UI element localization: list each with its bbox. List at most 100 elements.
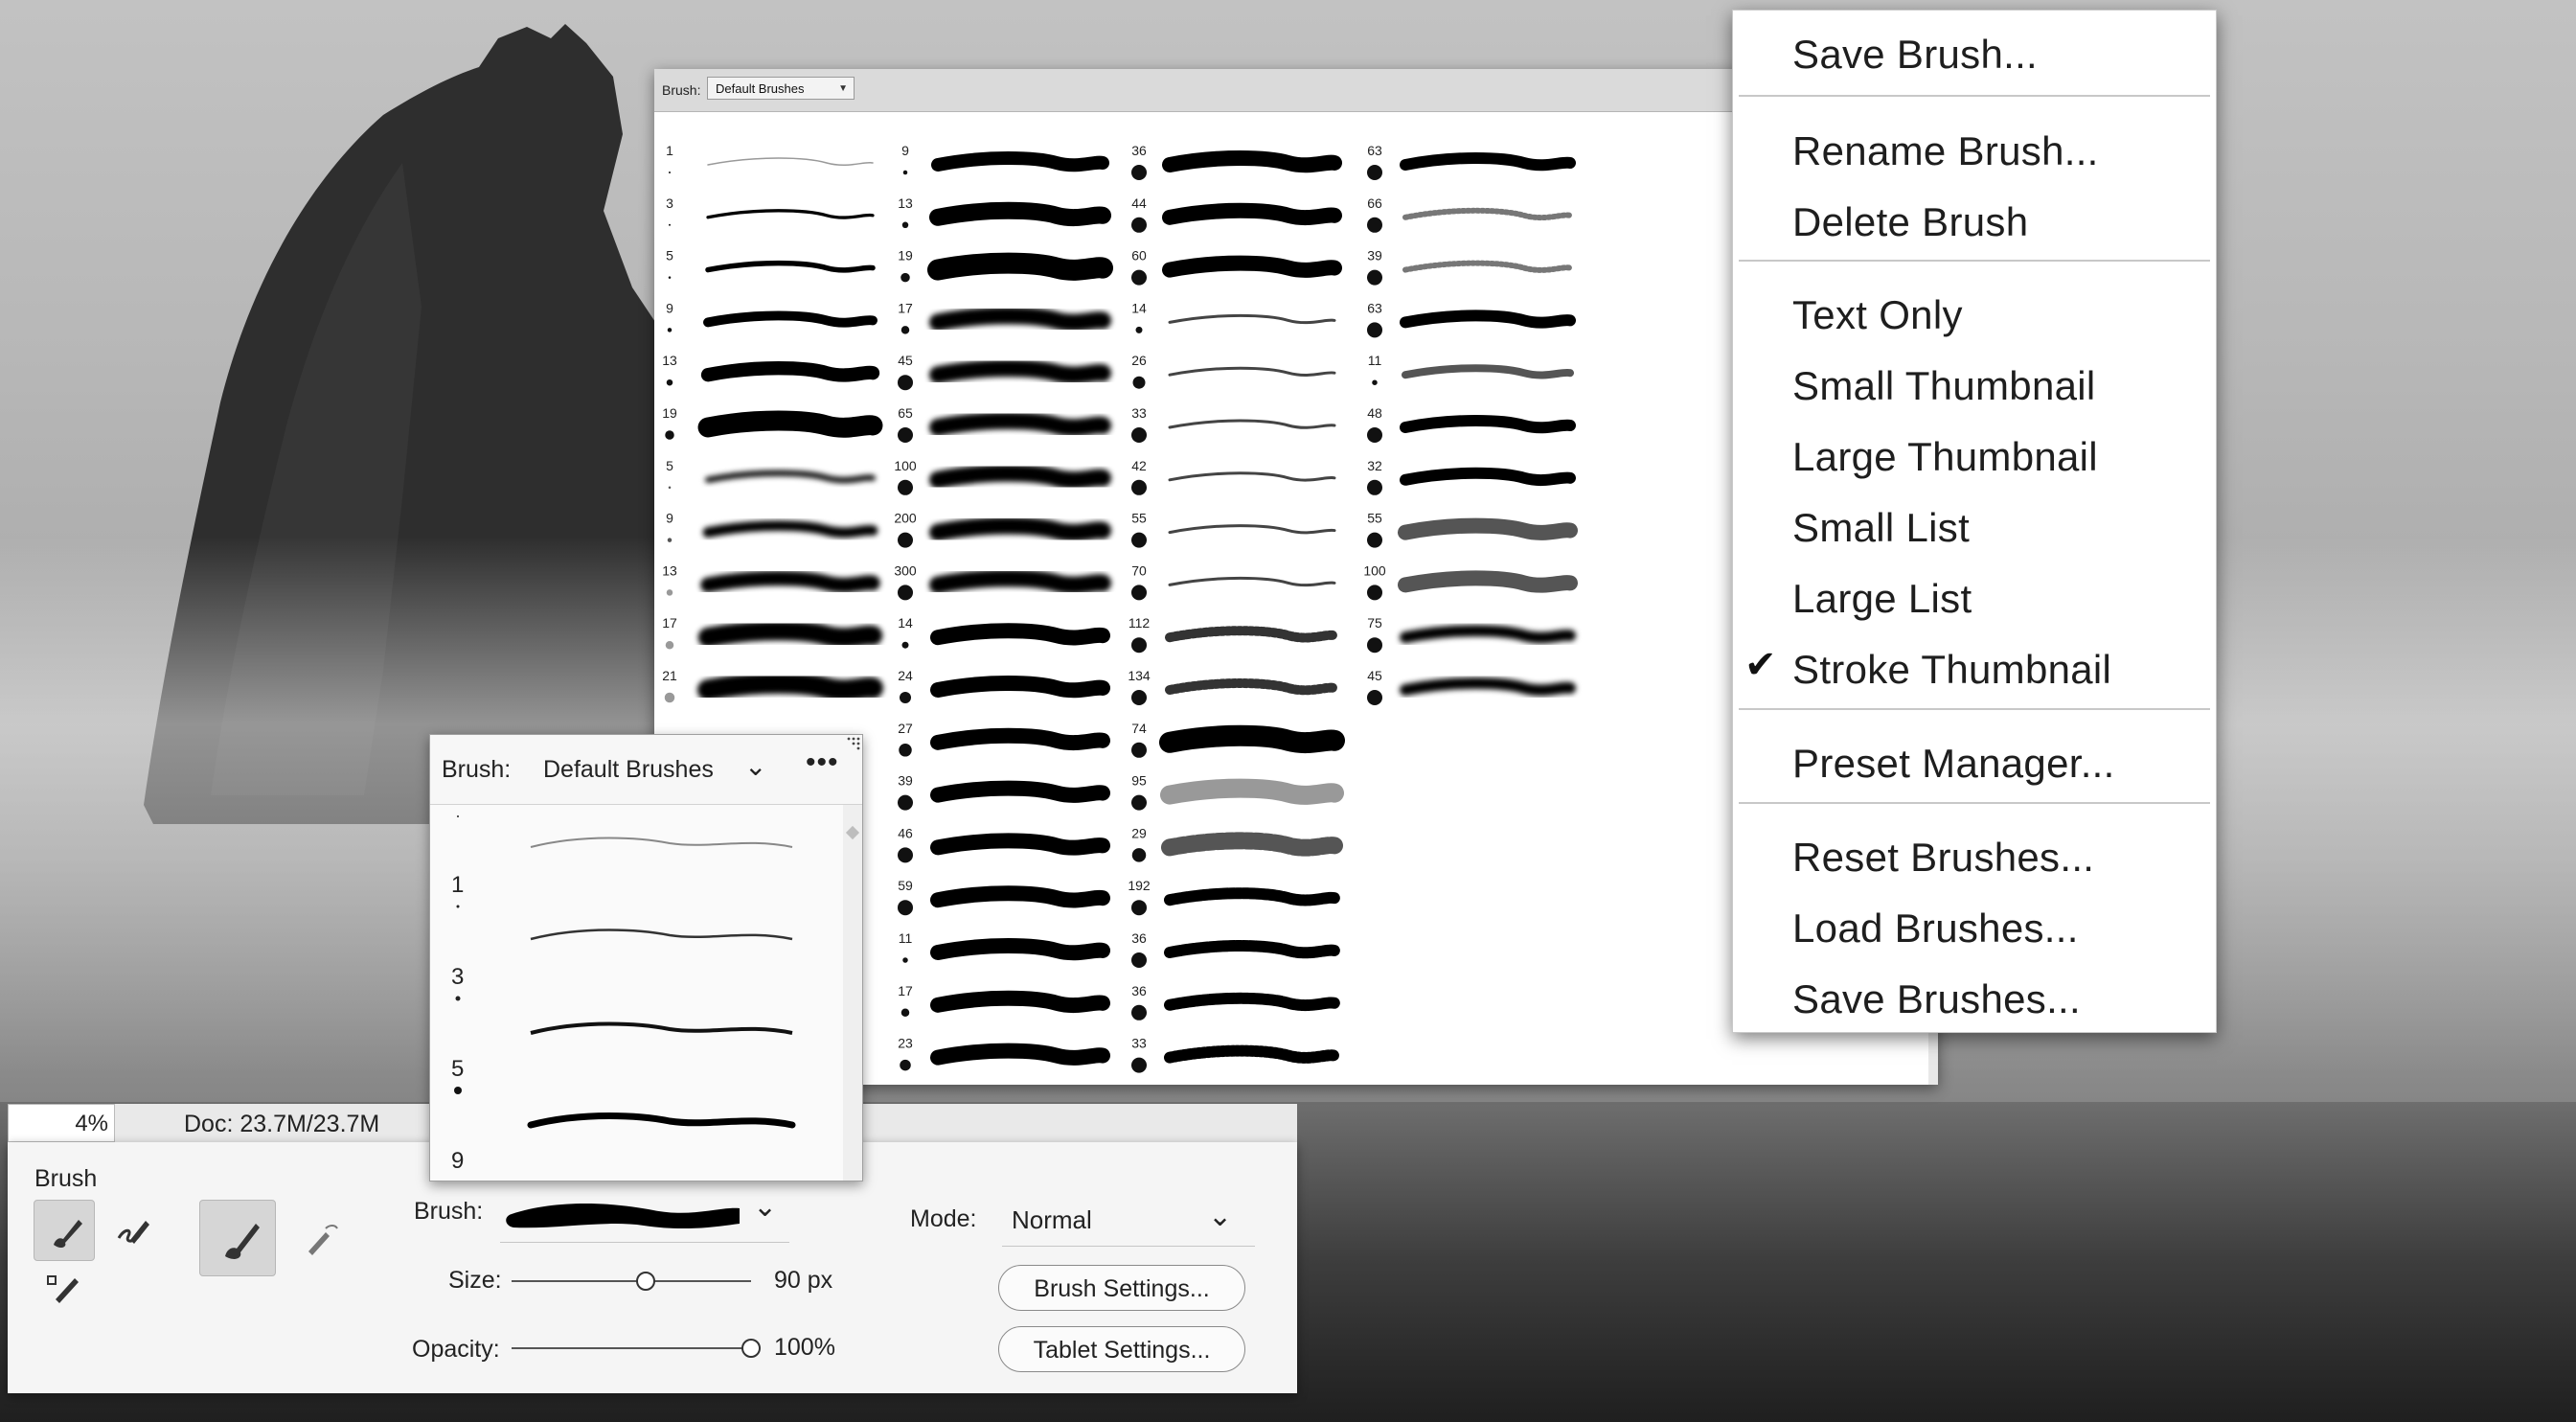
brush-stroke — [1164, 1044, 1340, 1064]
brush-tip — [1367, 165, 1382, 180]
brush-tip — [898, 794, 913, 811]
brush-size-label: 192 — [1128, 878, 1151, 893]
brush-stroke — [1165, 626, 1339, 643]
brush-size-label: 13 — [662, 353, 677, 368]
brush-size-label: 9 — [666, 300, 673, 315]
dropdown-arrow-icon: ▼ — [838, 83, 848, 94]
brush-tip — [898, 427, 913, 443]
brush-tip — [898, 847, 913, 863]
brush-tool-button[interactable] — [34, 1200, 95, 1261]
brush-stroke — [530, 1021, 793, 1035]
brush-size-label: 39 — [898, 773, 913, 789]
size-slider-track[interactable] — [512, 1280, 751, 1282]
brush-stroke — [930, 833, 1110, 856]
brush-size-label: 46 — [898, 825, 913, 840]
color-replacement-button[interactable] — [40, 1265, 88, 1313]
brush-stroke — [927, 252, 1113, 281]
brush-size-label: 55 — [1367, 511, 1382, 526]
scrollbar[interactable] — [843, 805, 862, 1181]
brush-tip — [1131, 165, 1147, 180]
airbrush-button[interactable] — [291, 1209, 353, 1271]
impressionist-brush-button[interactable] — [102, 1200, 163, 1261]
brush-tip — [1131, 479, 1147, 495]
brush-size-label: 45 — [1367, 668, 1382, 683]
brush-tip — [667, 328, 672, 333]
menu-item-small-thumbnail[interactable]: Small Thumbnail — [1792, 363, 2096, 409]
size-slider-knob[interactable] — [636, 1272, 655, 1291]
brush-size-label: 48 — [1367, 405, 1382, 421]
brush-size-label: 3 — [666, 195, 673, 211]
brush-stroke — [929, 464, 1111, 490]
tool-title: Brush — [34, 1165, 98, 1192]
chevron-down-icon[interactable]: ⌄ — [744, 750, 766, 782]
menu-item-load-brushes[interactable]: Load Brushes... — [1792, 906, 2079, 952]
brush-tip — [457, 815, 459, 817]
brush-tip — [665, 430, 674, 440]
brush-tip — [667, 538, 672, 542]
brush-tip — [1131, 637, 1147, 654]
brush-size-label: 75 — [1367, 615, 1382, 631]
brush-size-label: 5 — [451, 1056, 465, 1082]
menu-item-large-thumbnail[interactable]: Large Thumbnail — [1792, 434, 2098, 480]
brush-stroke — [700, 570, 880, 593]
brush-size-label: 200 — [894, 511, 917, 526]
menu-item-reset-brushes[interactable]: Reset Brushes... — [1792, 835, 2094, 881]
preset-dropdown[interactable]: Default Brushes ▼ — [707, 77, 855, 100]
chevron-down-icon[interactable]: ⌄ — [753, 1190, 777, 1224]
brush-stroke — [1161, 832, 1343, 857]
brush-stroke — [697, 621, 883, 648]
menu-item-stroke-thumbnail[interactable]: Stroke Thumbnail — [1792, 647, 2111, 693]
brush-tip — [1367, 585, 1382, 601]
menu-item-rename-brush[interactable]: Rename Brush... — [1792, 128, 2099, 174]
brush-settings-button[interactable]: Brush Settings... — [998, 1265, 1245, 1311]
resize-grip-icon[interactable] — [845, 735, 860, 750]
opacity-slider-track[interactable] — [512, 1347, 751, 1349]
brush-size-label: 66 — [1367, 195, 1382, 211]
brush-size-label: 42 — [1131, 458, 1147, 473]
brush-size-label: 36 — [1131, 930, 1147, 946]
brush-tip — [668, 276, 672, 279]
brush-tip — [1131, 794, 1147, 811]
brush-list[interactable]: 1 3 5 9 — [430, 805, 843, 1181]
brush-size-label: 5 — [666, 248, 673, 264]
brush-preview[interactable] — [500, 1189, 749, 1239]
menu-item-text-only[interactable]: Text Only — [1792, 292, 1963, 338]
checkmark-icon: ✔ — [1744, 644, 1777, 686]
brush-size-label: 14 — [898, 615, 913, 631]
brush-stroke — [1162, 150, 1342, 173]
menu-separator — [1739, 260, 2210, 262]
tablet-settings-button[interactable]: Tablet Settings... — [998, 1326, 1245, 1372]
brush-tip — [456, 905, 460, 908]
brush-size-label: 19 — [662, 405, 677, 421]
brush-label: Brush: — [662, 82, 701, 98]
menu-item-preset-manager[interactable]: Preset Manager... — [1792, 741, 2115, 787]
chevron-down-icon[interactable]: ⌄ — [1208, 1200, 1232, 1233]
brush-stroke — [930, 780, 1110, 803]
brush-stroke — [697, 673, 883, 701]
brush-size-label: 300 — [894, 562, 917, 578]
menu-separator — [1739, 802, 2210, 804]
brush-tip — [1367, 269, 1382, 286]
opacity-slider-knob[interactable] — [741, 1339, 761, 1358]
brush-size-label: 21 — [662, 668, 677, 683]
preset-value[interactable]: Default Brushes — [543, 756, 714, 784]
menu-item-large-list[interactable]: Large List — [1792, 576, 1972, 622]
brush-panel-menu: Save Brush... Rename Brush... Delete Bru… — [1732, 10, 2217, 1033]
brush-mode-button[interactable] — [199, 1200, 276, 1276]
brush-stroke — [1160, 778, 1344, 805]
brush-picker-popup-header: Brush: Default Brushes ⌄ ••• — [430, 735, 862, 805]
mode-select[interactable]: Normal — [1012, 1205, 1092, 1235]
paintbrush-icon — [54, 1220, 82, 1249]
zoom-field[interactable]: 4% — [8, 1104, 115, 1142]
menu-item-save-brush[interactable]: Save Brush... — [1792, 32, 2038, 78]
scroll-thumb[interactable] — [845, 825, 860, 840]
brush-stroke — [1164, 992, 1340, 1012]
menu-item-small-list[interactable]: Small List — [1792, 505, 1970, 551]
menu-item-save-brushes[interactable]: Save Brushes... — [1792, 976, 2081, 1022]
brush-tip — [669, 172, 671, 173]
menu-item-delete-brush[interactable]: Delete Brush — [1792, 199, 2028, 245]
brush-picker-popup: Brush: Default Brushes ⌄ ••• 1 3 5 9 — [429, 734, 863, 1181]
mode-label: Mode: — [910, 1205, 977, 1232]
brush-stroke — [1168, 524, 1336, 535]
more-horizontal-icon[interactable]: ••• — [806, 746, 839, 779]
